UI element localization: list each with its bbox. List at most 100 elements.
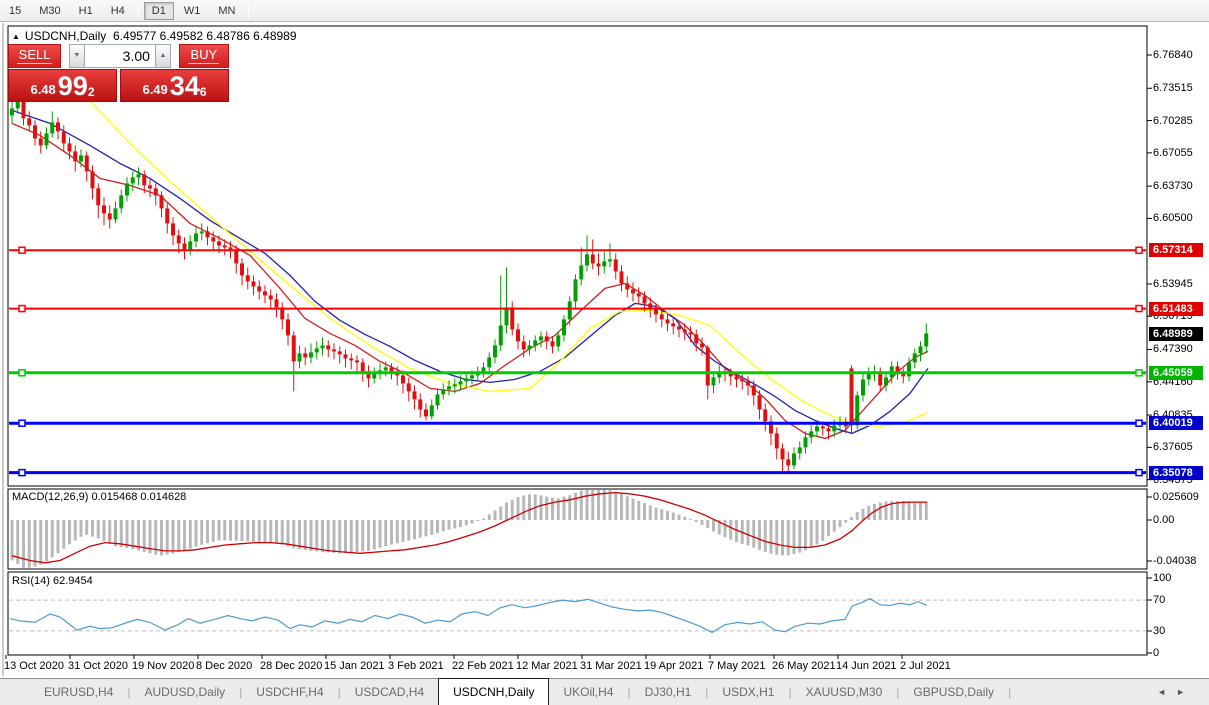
candle-body <box>91 171 95 188</box>
date-axis-label: 26 May 2021 <box>772 660 836 672</box>
buy-button[interactable]: BUY <box>179 44 229 68</box>
tab-scroll-arrows: ◄► <box>1157 687 1195 697</box>
rsi-axis-label: 0 <box>1153 647 1159 659</box>
candle-body <box>522 341 526 349</box>
candle-body <box>119 195 123 208</box>
price-axis-label: 6.60500 <box>1153 212 1193 224</box>
tab-scroll-left-icon[interactable]: ◄ <box>1157 687 1176 697</box>
candle-body <box>125 183 129 195</box>
hline-handle[interactable] <box>1136 470 1142 476</box>
candle-body <box>137 174 141 177</box>
candle-body <box>539 336 543 340</box>
candle-body <box>27 118 31 125</box>
volume-input[interactable] <box>85 44 155 68</box>
chart-tab-usdchf-h4[interactable]: USDCHF,H4 <box>242 680 337 704</box>
candle-body <box>22 101 26 118</box>
toolbar-separator <box>138 3 139 19</box>
candle-body <box>332 349 336 351</box>
hline-handle[interactable] <box>19 306 25 312</box>
candle-body <box>309 352 313 357</box>
chart-tab-usdcnh-daily[interactable]: USDCNH,Daily <box>438 678 549 705</box>
hline-handle[interactable] <box>1136 420 1142 426</box>
timeframe-button-W1[interactable]: W1 <box>176 2 209 20</box>
hline-handle[interactable] <box>19 370 25 376</box>
candle-body <box>625 283 629 289</box>
candle-body <box>804 437 808 447</box>
chart-tab-usdcad-h4[interactable]: USDCAD,H4 <box>341 680 438 704</box>
candle-body <box>752 385 756 395</box>
chart-tab-eurusd-h4[interactable]: EURUSD,H4 <box>30 680 127 704</box>
candle-body <box>786 459 790 465</box>
tab-scroll-right-icon[interactable]: ► <box>1176 687 1195 697</box>
hline-price-label: 6.45059 <box>1149 366 1203 380</box>
candle-body <box>694 334 698 343</box>
chart-tab-ukoil-h4[interactable]: UKOil,H4 <box>549 680 627 704</box>
volume-decrease-button[interactable]: ▼ <box>69 44 85 68</box>
candle-body <box>401 375 405 383</box>
candle-body <box>562 319 566 335</box>
hline-handle[interactable] <box>19 470 25 476</box>
ohlc-open: 6.49577 <box>113 29 156 43</box>
sell-price-button[interactable]: 6.48992 <box>8 69 117 102</box>
ohlc-high: 6.49582 <box>160 29 203 43</box>
collapse-triangle-icon[interactable]: ▲ <box>12 32 20 41</box>
hline-handle[interactable] <box>1136 370 1142 376</box>
sell-button[interactable]: SELL <box>8 44 61 68</box>
candle-body <box>165 208 169 223</box>
candle-body <box>263 291 267 295</box>
price-axis-label: 6.73515 <box>1153 82 1193 94</box>
candle-body <box>482 367 486 371</box>
hline-handle[interactable] <box>1136 247 1142 253</box>
buy-price-sup: 6 <box>200 85 207 99</box>
price-axis-label: 6.53945 <box>1153 278 1193 290</box>
candle-body <box>516 329 520 341</box>
timeframe-button-MN[interactable]: MN <box>210 2 243 20</box>
timeframe-button-D1[interactable]: D1 <box>144 2 174 20</box>
hline-handle[interactable] <box>19 420 25 426</box>
hline-price-label: 6.35078 <box>1149 466 1203 480</box>
candle-body <box>441 389 445 394</box>
rsi-indicator-label: RSI(14) 62.9454 <box>12 575 93 587</box>
candle-body <box>884 377 888 385</box>
timeframe-button-15[interactable]: 15 <box>1 2 29 20</box>
volume-increase-button[interactable]: ▲ <box>155 44 171 68</box>
buy-price-button[interactable]: 6.49346 <box>120 69 229 102</box>
candle-body <box>924 333 928 346</box>
candle-body <box>96 188 100 205</box>
chart-tab-audusd-daily[interactable]: AUDUSD,Daily <box>130 680 239 704</box>
current-price-label: 6.48989 <box>1149 327 1203 341</box>
price-axis-label: 6.67055 <box>1153 147 1193 159</box>
candle-body <box>234 249 238 263</box>
candle-body <box>286 319 290 335</box>
rsi-axis-label: 70 <box>1153 594 1165 606</box>
candle-body <box>269 295 273 299</box>
candle-body <box>154 188 158 195</box>
candle-body <box>418 399 422 409</box>
candle-body <box>194 233 198 241</box>
candle-body <box>533 340 537 345</box>
one-click-trade-panel: SELL ▼ ▲ BUY 6.48992 6.49346 <box>8 44 229 102</box>
candle-body <box>608 259 612 261</box>
chart-tab-gbpusd-daily[interactable]: GBPUSD,Daily <box>899 680 1008 704</box>
candle-body <box>326 345 330 349</box>
chart-tab-dj30-h1[interactable]: DJ30,H1 <box>631 680 706 704</box>
chart-tab-xauusd-m30[interactable]: XAUUSD,M30 <box>792 680 897 704</box>
timeframe-button-H1[interactable]: H1 <box>71 2 101 20</box>
candle-body <box>654 309 658 314</box>
timeframe-button-M30[interactable]: M30 <box>31 2 68 20</box>
timeframe-button-H4[interactable]: H4 <box>103 2 133 20</box>
candle-body <box>68 143 72 151</box>
date-axis-label: 14 Jun 2021 <box>836 660 897 672</box>
candle-body <box>545 336 549 341</box>
hline-handle[interactable] <box>1136 306 1142 312</box>
candle-body <box>689 332 693 334</box>
date-axis-label: 31 Mar 2021 <box>580 660 642 672</box>
candle-body <box>637 293 641 296</box>
price-axis-label: 6.70285 <box>1153 115 1193 127</box>
sell-price-big: 99 <box>58 73 88 99</box>
hline-handle[interactable] <box>19 247 25 253</box>
candle-body <box>384 367 388 370</box>
chart-canvas[interactable] <box>0 23 1209 678</box>
buy-price-prefix: 6.49 <box>142 82 167 97</box>
chart-tab-usdx-h1[interactable]: USDX,H1 <box>708 680 788 704</box>
